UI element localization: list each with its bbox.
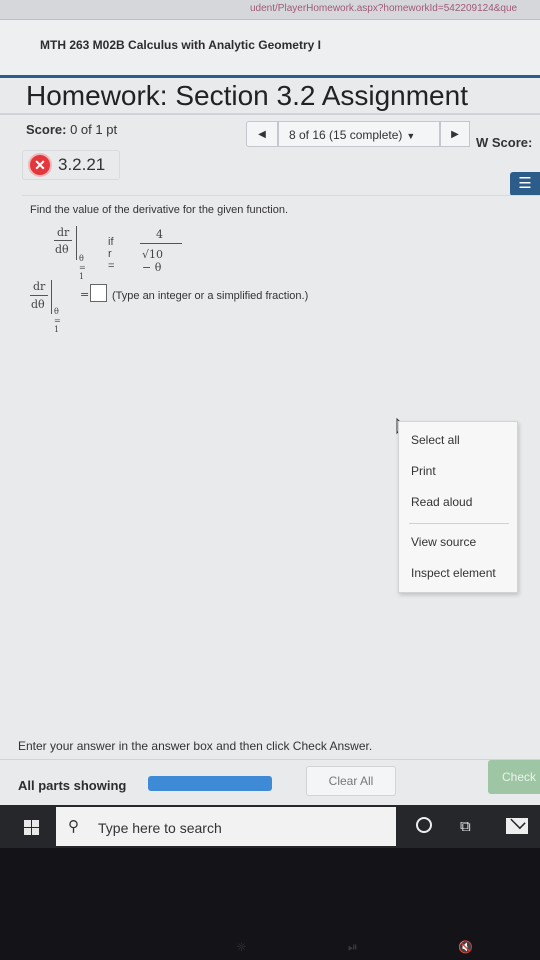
- context-menu: Select all Print Read aloud View source …: [398, 421, 518, 593]
- course-title: MTH 263 M02B Calculus with Analytic Geom…: [40, 38, 321, 52]
- next-question-button[interactable]: ▶: [440, 121, 470, 147]
- triangle-right-icon: ▶: [451, 129, 459, 140]
- caret-down-icon: ▼: [406, 131, 416, 141]
- answer-deriv-denominator: dθ: [31, 298, 45, 311]
- if-r-text: if r =: [108, 236, 115, 272]
- score-display: Score: 0 of 1 pt: [26, 122, 117, 137]
- question-progress-text: 8 of 16 (15 complete): [289, 128, 403, 142]
- triangle-left-icon: ◀: [258, 129, 266, 140]
- cortana-icon[interactable]: [416, 817, 432, 833]
- context-menu-item-read-aloud[interactable]: Read aloud: [411, 495, 472, 509]
- r-numerator: 4: [156, 228, 163, 241]
- context-menu-item-select-all[interactable]: Select all: [411, 433, 460, 447]
- title-divider: [0, 113, 540, 115]
- list-menu-icon: ☰: [518, 175, 532, 192]
- search-placeholder: Type here to search: [98, 820, 222, 836]
- deriv-denominator: dθ: [55, 243, 69, 256]
- answer-deriv-numerator: dr: [33, 280, 46, 293]
- laptop-bezel: ☼ ⏯ 🔇: [0, 848, 540, 960]
- deriv-fraction-line: [54, 240, 72, 241]
- taskbar: ⚲ Type here to search ⧉: [0, 805, 540, 848]
- answer-deriv-fraction-line: [30, 295, 48, 296]
- parts-label: All parts showing: [18, 778, 127, 793]
- address-url: udent/PlayerHomework.aspx?homeworkId=542…: [250, 3, 518, 14]
- question-select-dropdown[interactable]: 8 of 16 (15 complete) ▼: [278, 121, 440, 147]
- brightness-key-icon: ☼: [236, 940, 247, 954]
- question-menu-button[interactable]: ☰: [510, 172, 540, 196]
- score-label: Score:: [26, 122, 67, 137]
- address-bar[interactable]: udent/PlayerHomework.aspx?homeworkId=542…: [0, 0, 540, 20]
- check-answer-button[interactable]: Check: [488, 760, 540, 794]
- r-denominator: √10 − θ: [142, 248, 164, 274]
- answer-eval-bar: [51, 280, 52, 314]
- answer-hint: (Type an integer or a simplified fractio…: [112, 290, 309, 302]
- question-header: ✕ 3.2.21 ☰: [0, 150, 540, 196]
- parts-progress-fill: [148, 776, 272, 791]
- homework-title: Homework: Section 3.2 Assignment: [26, 80, 468, 111]
- answer-instruction: Enter your answer in the answer box and …: [18, 739, 373, 753]
- answer-eval-point: θ = 1: [54, 307, 61, 334]
- parts-progress-bar: [148, 776, 272, 791]
- answer-input[interactable]: [90, 284, 107, 302]
- taskbar-search-box[interactable]: ⚲ Type here to search: [56, 807, 396, 846]
- context-menu-item-view-source[interactable]: View source: [411, 535, 476, 549]
- context-menu-item-inspect-element[interactable]: Inspect element: [411, 566, 496, 580]
- play-pause-key-icon: ⏯: [348, 940, 358, 954]
- equals-sign: =: [80, 288, 90, 301]
- task-view-icon[interactable]: ⧉: [460, 817, 471, 835]
- deriv-numerator: dr: [57, 226, 70, 239]
- score-value: 0 of 1 pt: [70, 122, 118, 137]
- eval-bar: [76, 226, 77, 260]
- eval-point: θ = 1: [79, 254, 86, 281]
- search-icon: ⚲: [68, 818, 79, 835]
- course-header: MTH 263 M02B Calculus with Analytic Geom…: [0, 20, 540, 78]
- question-prompt: Find the value of the derivative for the…: [30, 204, 289, 216]
- previous-question-button[interactable]: ◀: [246, 121, 278, 147]
- question-id: 3.2.21: [58, 155, 106, 174]
- browser-viewport: udent/PlayerHomework.aspx?homeworkId=542…: [0, 0, 540, 848]
- context-menu-separator: [409, 523, 509, 524]
- windows-start-icon[interactable]: [24, 820, 39, 835]
- incorrect-status-icon: ✕: [28, 153, 52, 177]
- r-fraction-line: [140, 243, 182, 244]
- context-menu-item-print[interactable]: Print: [411, 464, 436, 478]
- w-score-label: W Score:: [476, 135, 533, 150]
- mute-key-icon: 🔇: [458, 940, 473, 954]
- mail-icon[interactable]: [506, 818, 528, 834]
- clear-all-button[interactable]: Clear All: [306, 766, 396, 796]
- question-divider: [22, 195, 540, 196]
- footer-divider: [0, 759, 540, 760]
